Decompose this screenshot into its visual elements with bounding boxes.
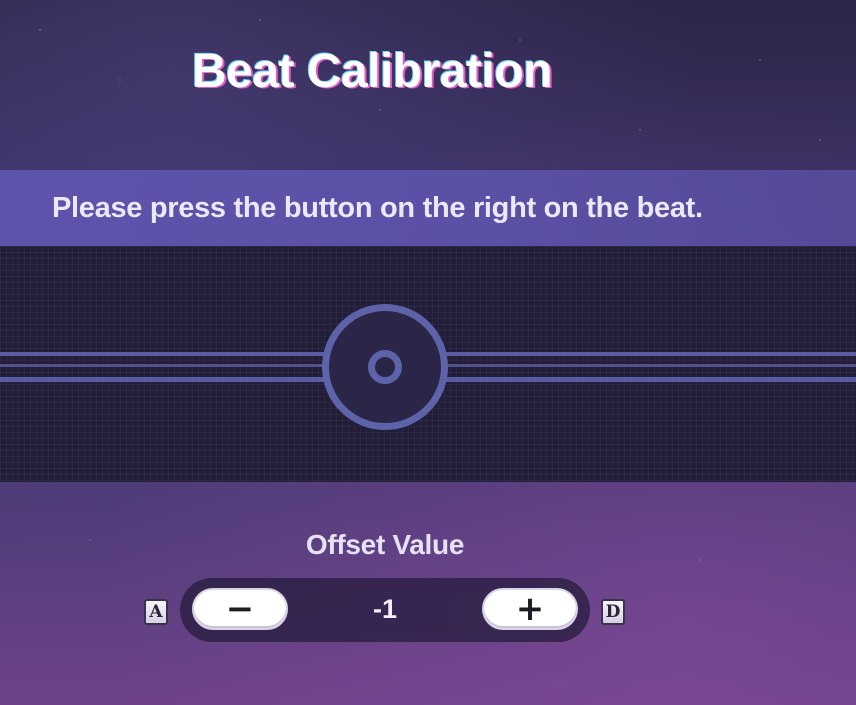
instruction-banner: Please press the button on the right on … — [0, 170, 856, 246]
calibration-screen: Beat Calibration Please press the button… — [0, 0, 856, 705]
instruction-text: Please press the button on the right on … — [52, 192, 703, 224]
offset-label: Offset Value — [305, 529, 465, 560]
key-hint-a: A — [144, 599, 168, 625]
beat-target-icon — [322, 304, 448, 430]
key-hint-d: D — [601, 599, 625, 625]
decrease-offset-button[interactable]: − — [192, 588, 288, 630]
offset-stepper: − -1 + — [180, 578, 590, 642]
beat-track — [0, 246, 856, 482]
page-title: Beat Calibration — [192, 45, 553, 98]
plus-icon: + — [515, 589, 545, 629]
offset-value: -1 — [372, 594, 397, 624]
minus-icon: − — [225, 589, 255, 629]
increase-offset-button[interactable]: + — [482, 588, 578, 630]
beat-target-core — [368, 350, 402, 384]
